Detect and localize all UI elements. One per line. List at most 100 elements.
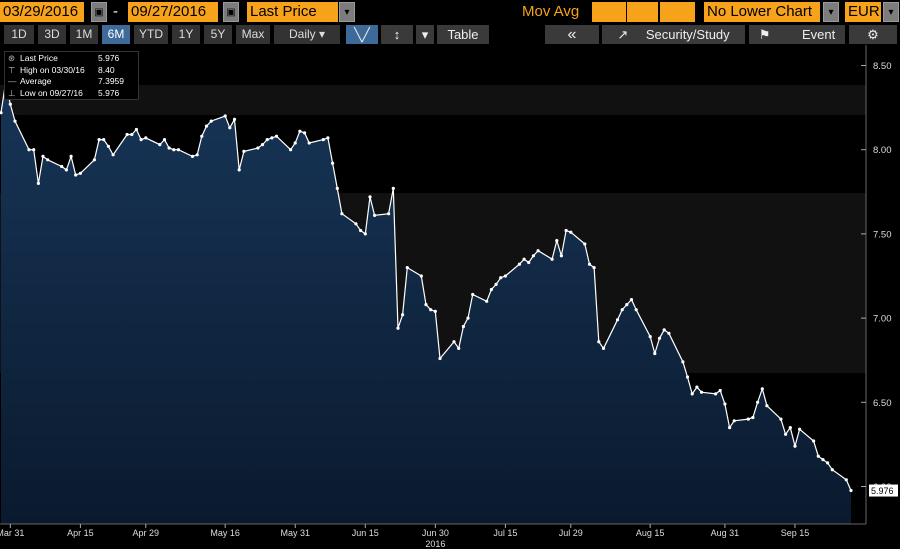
- event-button[interactable]: ⚑ Event: [749, 25, 845, 44]
- x-tick-label: Jun 15: [352, 528, 379, 538]
- chart-legend: ⊛ Last Price 5.976 ⊤ High on 03/30/16 8.40 —…: [4, 51, 139, 100]
- table-button[interactable]: Table: [437, 25, 489, 44]
- data-point: [326, 136, 330, 140]
- data-point: [793, 444, 797, 448]
- price-chart[interactable]: 8.508.007.507.006.506.005.976 Mar 31Apr …: [0, 45, 900, 549]
- data-point: [139, 138, 143, 142]
- data-point: [270, 136, 274, 140]
- mov-avg-label: Mov Avg: [522, 3, 580, 20]
- period-button-ytd[interactable]: YTD: [134, 25, 168, 44]
- period-button-1m[interactable]: 1M: [70, 25, 98, 44]
- start-date-field[interactable]: 03/29/2016: [0, 2, 84, 22]
- data-point: [690, 392, 694, 396]
- legend-row-last-price: ⊛ Last Price 5.976: [8, 53, 135, 65]
- data-point: [849, 488, 853, 493]
- lower-chart-select[interactable]: No Lower Chart: [704, 2, 820, 22]
- currency-select[interactable]: EUR: [845, 2, 881, 22]
- data-point: [289, 148, 293, 152]
- line-chart-icon[interactable]: ╲╱: [346, 25, 378, 44]
- data-point: [433, 309, 437, 313]
- data-point: [550, 257, 554, 261]
- top-toolbar: 03/29/2016 ▣ - 09/27/2016 ▣ Last Price ▾…: [0, 0, 900, 24]
- data-point: [331, 161, 335, 165]
- high-marker-icon: ⊤: [8, 64, 16, 75]
- date-separator: -: [113, 3, 118, 20]
- period-button-max[interactable]: Max: [236, 25, 270, 44]
- gear-icon[interactable]: ⚙: [849, 25, 897, 44]
- data-point: [41, 154, 45, 158]
- frequency-select[interactable]: Daily ▾: [274, 25, 340, 44]
- data-point: [461, 324, 465, 329]
- y-tick-label: 7.00: [873, 314, 892, 325]
- x-tick-label: Jul 29: [559, 528, 583, 538]
- data-point: [798, 427, 802, 431]
- data-point: [200, 134, 204, 138]
- data-point: [167, 146, 171, 150]
- mov-avg-input-3[interactable]: [660, 2, 695, 22]
- price-field-select[interactable]: Last Price: [247, 2, 338, 22]
- data-point: [583, 242, 587, 246]
- mov-avg-input-1[interactable]: [592, 2, 626, 22]
- data-point: [265, 138, 269, 142]
- event-label: Event: [802, 27, 836, 42]
- average-icon: —: [8, 76, 17, 86]
- data-point: [732, 419, 736, 423]
- year-label: 2016: [425, 539, 445, 549]
- x-tick-label: Sep 15: [781, 528, 810, 538]
- price-field-dropdown-icon[interactable]: ▾: [339, 2, 355, 22]
- y-tick-label: 6.50: [873, 398, 892, 409]
- data-point: [620, 308, 624, 312]
- security-study-button[interactable]: ↗ Security/Study: [602, 25, 745, 44]
- data-point: [685, 375, 690, 379]
- data-point: [625, 303, 629, 307]
- data-point: [648, 335, 652, 339]
- data-point: [274, 134, 279, 138]
- bar-chart-icon[interactable]: ↕: [381, 25, 413, 44]
- data-point: [489, 287, 493, 292]
- data-point: [695, 385, 699, 389]
- period-button-1y[interactable]: 1Y: [172, 25, 200, 44]
- data-point: [391, 186, 395, 190]
- period-button-3d[interactable]: 3D: [38, 25, 66, 44]
- legend-value: 5.976: [98, 87, 120, 98]
- data-point: [144, 136, 148, 140]
- lower-chart-dropdown-icon[interactable]: ▾: [823, 2, 839, 22]
- mov-avg-input-2[interactable]: [627, 2, 658, 22]
- period-button-1d[interactable]: 1D: [4, 25, 34, 44]
- data-point: [8, 102, 12, 106]
- back-icon[interactable]: «: [545, 25, 599, 44]
- data-point: [592, 266, 596, 270]
- data-point: [13, 119, 17, 123]
- period-button-5y[interactable]: 5Y: [204, 25, 232, 44]
- data-point: [256, 146, 260, 150]
- y-tick-label: 8.50: [873, 61, 892, 72]
- data-point: [102, 138, 106, 142]
- x-tick-label: Jun 30: [422, 528, 449, 538]
- currency-dropdown-icon[interactable]: ▾: [883, 2, 899, 22]
- legend-row-high: ⊤ High on 03/30/16 8.40: [8, 65, 135, 77]
- data-point: [662, 328, 666, 332]
- data-point: [335, 186, 339, 190]
- data-point: [816, 454, 820, 458]
- data-point: [821, 458, 825, 462]
- data-point: [601, 346, 606, 350]
- data-point: [172, 148, 176, 152]
- data-point: [452, 340, 456, 344]
- period-button-6m[interactable]: 6M: [102, 25, 130, 44]
- data-point: [536, 249, 540, 253]
- data-point: [162, 138, 167, 142]
- legend-label: Last Price: [20, 53, 58, 63]
- start-calendar-icon[interactable]: ▣: [91, 2, 107, 22]
- chart-type-dropdown-icon[interactable]: ▾: [416, 25, 434, 44]
- data-point: [204, 124, 209, 128]
- data-point: [597, 340, 601, 344]
- data-point: [844, 478, 848, 482]
- data-point: [779, 417, 783, 421]
- end-calendar-icon[interactable]: ▣: [223, 2, 239, 22]
- data-point: [466, 316, 470, 320]
- data-point: [471, 292, 475, 297]
- data-point: [681, 360, 685, 364]
- security-study-label: Security/Study: [645, 27, 730, 42]
- data-point: [527, 260, 531, 265]
- end-date-field[interactable]: 09/27/2016: [128, 2, 218, 22]
